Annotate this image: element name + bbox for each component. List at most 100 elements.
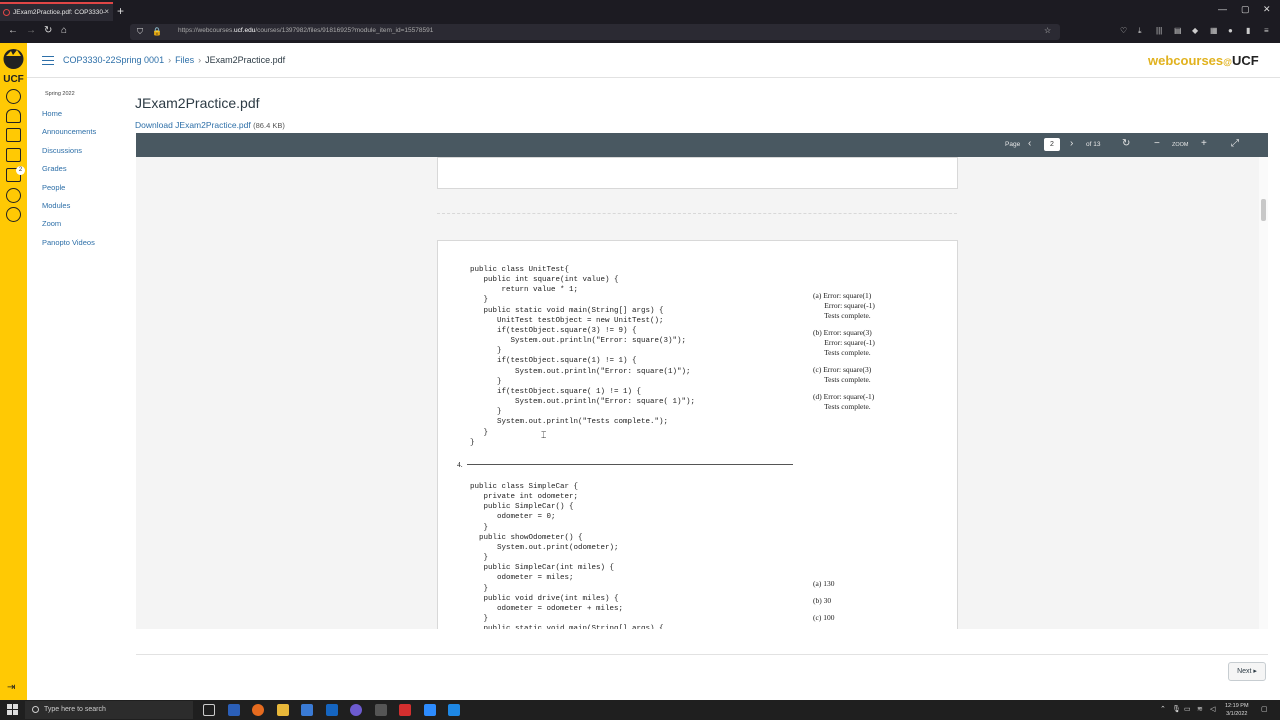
- q3-option-c: (c) Error: square(3) Tests complete.: [813, 365, 872, 384]
- ucf-logo-icon[interactable]: UCF: [1, 47, 26, 84]
- mail-icon[interactable]: [301, 704, 313, 716]
- task-view-icon[interactable]: [203, 704, 215, 716]
- extension-icon[interactable]: ◆: [1192, 26, 1198, 35]
- wifi-icon[interactable]: ≋: [1197, 705, 1203, 713]
- help-icon[interactable]: [6, 207, 21, 222]
- footer-divider: [136, 654, 1268, 655]
- q4-number: 4.: [457, 460, 463, 469]
- question-rule: [467, 464, 793, 465]
- zoom-out-icon[interactable]: −: [1154, 138, 1160, 149]
- course-nav-home[interactable]: Home: [42, 109, 62, 118]
- course-nav-panopto[interactable]: Panopto Videos: [42, 238, 95, 247]
- svg-text:UCF: UCF: [3, 74, 24, 84]
- pdf-viewer: Page ‹ 2 › of 13 ↻ − ZOOM + ⤢ public cla…: [136, 133, 1268, 629]
- taskbar-search[interactable]: Type here to search: [25, 701, 193, 719]
- course-nav-grades[interactable]: Grades: [42, 164, 67, 173]
- rotate-icon[interactable]: ↻: [1122, 138, 1130, 149]
- sidebar-icon[interactable]: ▤: [1174, 26, 1182, 35]
- notifications-icon[interactable]: ▢: [1261, 705, 1268, 713]
- page-title: JExam2Practice.pdf: [135, 95, 260, 111]
- page-total: of 13: [1086, 141, 1101, 148]
- extension-icon[interactable]: ▦: [1210, 26, 1218, 35]
- q3-option-b: (b) Error: square(3) Error: square(-1) T…: [813, 328, 875, 357]
- courses-icon[interactable]: [6, 128, 21, 142]
- q3-option-a: (a) Error: square(1) Error: square(-1) T…: [813, 291, 875, 320]
- account-icon[interactable]: [6, 89, 21, 104]
- page-divider: [437, 213, 957, 214]
- pocket-icon[interactable]: ♡: [1120, 26, 1127, 35]
- app-icon[interactable]: [375, 704, 387, 716]
- word-icon[interactable]: [228, 704, 240, 716]
- outlook-icon[interactable]: [326, 704, 338, 716]
- collapse-nav-icon[interactable]: ⇥: [7, 682, 15, 693]
- acrobat-icon[interactable]: [399, 704, 411, 716]
- breadcrumb: COP3330-22Spring 0001 › Files › JExam2Practi…: [63, 55, 286, 65]
- dashboard-icon[interactable]: [6, 109, 21, 123]
- home-icon[interactable]: ⌂: [61, 25, 67, 36]
- volume-icon[interactable]: ◁: [1210, 705, 1215, 713]
- q4-option-a: (a) 130: [813, 579, 835, 588]
- extension-icon[interactable]: ●: [1228, 26, 1233, 35]
- search-icon: [32, 706, 39, 713]
- hamburger-menu-icon[interactable]: [42, 56, 54, 65]
- next-button[interactable]: Next ▸: [1228, 662, 1266, 681]
- page-label: Page: [1005, 141, 1021, 148]
- network-icon[interactable]: ▭: [1184, 705, 1191, 713]
- zoom-app-icon[interactable]: [424, 704, 436, 716]
- page-number-input[interactable]: 2: [1044, 138, 1060, 151]
- next-page-icon[interactable]: ›: [1070, 138, 1073, 149]
- scrollbar-thumb[interactable]: [1261, 199, 1266, 221]
- webcourses-logo: webcourses@UCF: [1148, 53, 1259, 68]
- extension-icon[interactable]: ▮: [1246, 26, 1250, 35]
- bookmark-star-icon[interactable]: ☆: [1044, 26, 1051, 35]
- zoom-label: ZOOM: [1172, 142, 1189, 148]
- new-tab-button[interactable]: +: [117, 4, 124, 18]
- prev-page-icon[interactable]: ‹: [1028, 138, 1031, 149]
- tab-close-icon[interactable]: ×: [104, 7, 109, 16]
- browser-tab[interactable]: JExam2Practice.pdf: COP3330- ×: [0, 2, 113, 21]
- q4-option-b: (b) 30: [813, 596, 832, 605]
- pdf-toolbar: Page ‹ 2 › of 13 ↻ − ZOOM + ⤢: [136, 133, 1268, 157]
- pdf-page-previous: [437, 157, 958, 189]
- menu-icon[interactable]: ≡: [1264, 26, 1269, 35]
- vscode-icon[interactable]: [448, 704, 460, 716]
- reload-icon[interactable]: ↻: [44, 25, 52, 36]
- lock-icon[interactable]: 🔒: [152, 27, 162, 36]
- tray-chevron-icon[interactable]: ⌃: [1160, 705, 1166, 713]
- microphone-icon[interactable]: 🎙: [1172, 705, 1181, 713]
- q4-option-c: (c) 100: [813, 613, 835, 622]
- breadcrumb-files[interactable]: Files: [175, 55, 194, 65]
- url-text[interactable]: https://webcourses.ucf.edu/courses/13979…: [178, 27, 433, 34]
- breadcrumb-course[interactable]: COP3330-22Spring 0001: [63, 55, 164, 65]
- course-nav-people[interactable]: People: [42, 183, 65, 192]
- course-nav-announcements[interactable]: Announcements: [42, 127, 96, 136]
- windows-start-icon[interactable]: [7, 704, 18, 715]
- close-window-icon[interactable]: ✕: [1263, 4, 1271, 15]
- q3-option-d: (d) Error: square(-1) Tests complete.: [813, 392, 875, 411]
- inbox-badge: 2: [16, 166, 25, 175]
- back-icon[interactable]: ←: [8, 25, 18, 36]
- file-explorer-icon[interactable]: [277, 704, 289, 716]
- tab-title: JExam2Practice.pdf: COP3330-: [13, 9, 106, 16]
- download-icon[interactable]: ⤓: [1138, 26, 1142, 36]
- fullscreen-icon[interactable]: ⤢: [1231, 138, 1239, 149]
- download-link-row: Download JExam2Practice.pdf (86.4 KB): [135, 120, 285, 130]
- library-icon[interactable]: |||: [1156, 26, 1162, 35]
- maximize-icon[interactable]: ▢: [1241, 4, 1250, 15]
- course-nav-zoom[interactable]: Zoom: [42, 219, 61, 228]
- q4-code: public class SimpleCar { private int odo…: [470, 483, 664, 629]
- course-nav-discussions[interactable]: Discussions: [42, 146, 82, 155]
- taskbar-clock[interactable]: 12:19 PM 3/1/2022: [1225, 702, 1249, 718]
- zoom-in-icon[interactable]: +: [1201, 138, 1207, 149]
- forward-icon[interactable]: →: [26, 25, 36, 36]
- shield-icon[interactable]: ⛉: [137, 27, 143, 37]
- course-nav-modules[interactable]: Modules: [42, 201, 70, 210]
- tab-favicon-icon: [3, 9, 10, 16]
- download-link[interactable]: Download JExam2Practice.pdf: [135, 120, 251, 130]
- firefox-icon[interactable]: [252, 704, 264, 716]
- pdf-scrollbar[interactable]: [1259, 157, 1268, 629]
- minimize-icon[interactable]: —: [1218, 4, 1227, 14]
- discord-icon[interactable]: [350, 704, 362, 716]
- calendar-icon[interactable]: [6, 148, 21, 162]
- history-icon[interactable]: [6, 188, 21, 203]
